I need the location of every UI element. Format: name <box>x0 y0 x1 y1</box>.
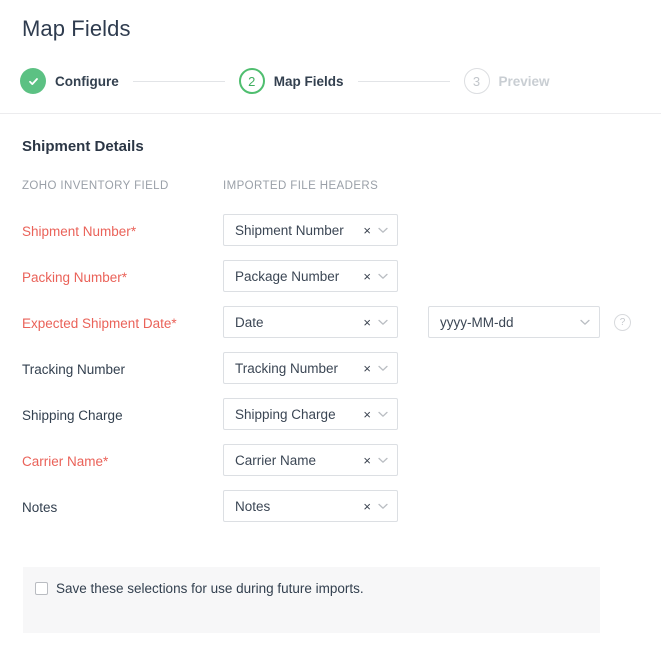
step-1-indicator <box>20 68 46 94</box>
mapping-select-expected-shipment-date[interactable]: Date × <box>223 306 398 338</box>
field-label-shipping-charge: Shipping Charge <box>22 408 123 423</box>
date-format-value: yyyy-MM-dd <box>429 315 575 330</box>
clear-icon[interactable]: × <box>359 454 373 467</box>
stepper-connector-1 <box>133 81 225 82</box>
step-2-label: Map Fields <box>274 74 344 89</box>
header-divider <box>0 113 661 114</box>
clear-icon[interactable]: × <box>359 270 373 283</box>
save-selections-label: Save these selections for use during fut… <box>56 581 364 596</box>
map-fields-page: Map Fields Configure 2 Map Fields 3 Prev… <box>0 0 661 649</box>
chevron-down-icon[interactable] <box>373 227 397 234</box>
step-preview[interactable]: 3 Preview <box>464 68 550 94</box>
clear-icon[interactable]: × <box>359 224 373 237</box>
mapping-select-value: Shipment Number <box>224 223 359 238</box>
chevron-down-icon[interactable] <box>373 503 397 510</box>
field-label-expected-shipment-date: Expected Shipment Date* <box>22 316 177 331</box>
step-configure[interactable]: Configure <box>20 68 119 94</box>
date-format-select[interactable]: yyyy-MM-dd <box>428 306 600 338</box>
mapping-select-tracking-number[interactable]: Tracking Number × <box>223 352 398 384</box>
mapping-select-value: Notes <box>224 499 359 514</box>
clear-icon[interactable]: × <box>359 408 373 421</box>
chevron-down-icon[interactable] <box>373 365 397 372</box>
step-2-indicator: 2 <box>239 68 265 94</box>
step-3-indicator: 3 <box>464 68 490 94</box>
mapping-select-packing-number[interactable]: Package Number × <box>223 260 398 292</box>
import-stepper: Configure 2 Map Fields 3 Preview <box>20 68 550 94</box>
help-icon[interactable]: ? <box>614 314 631 331</box>
stepper-connector-2 <box>358 81 450 82</box>
step-map-fields[interactable]: 2 Map Fields <box>239 68 344 94</box>
chevron-down-icon[interactable] <box>373 273 397 280</box>
clear-icon[interactable]: × <box>359 316 373 329</box>
mapping-select-value: Shipping Charge <box>224 407 359 422</box>
required-asterisk: * <box>171 316 176 331</box>
required-asterisk: * <box>131 224 136 239</box>
mapping-select-value: Date <box>224 315 359 330</box>
column-header-imported-header: IMPORTED FILE HEADERS <box>223 180 378 192</box>
step-1-label: Configure <box>55 74 119 89</box>
chevron-down-icon[interactable] <box>373 319 397 326</box>
mapping-select-value: Package Number <box>224 269 359 284</box>
table-row: Notes Notes × <box>0 498 661 544</box>
mapping-select-shipment-number[interactable]: Shipment Number × <box>223 214 398 246</box>
required-asterisk: * <box>103 454 108 469</box>
mapping-select-value: Carrier Name <box>224 453 359 468</box>
field-label-packing-number: Packing Number* <box>22 270 127 285</box>
column-header-zoho-field: ZOHO INVENTORY FIELD <box>22 180 169 192</box>
field-label-carrier-name: Carrier Name* <box>22 454 108 469</box>
clear-icon[interactable]: × <box>359 500 373 513</box>
chevron-down-icon[interactable] <box>575 319 599 326</box>
chevron-down-icon[interactable] <box>373 457 397 464</box>
section-title: Shipment Details <box>22 138 144 155</box>
mapping-select-shipping-charge[interactable]: Shipping Charge × <box>223 398 398 430</box>
mapping-select-notes[interactable]: Notes × <box>223 490 398 522</box>
field-label-shipment-number: Shipment Number* <box>22 224 136 239</box>
chevron-down-icon[interactable] <box>373 411 397 418</box>
required-asterisk: * <box>122 270 127 285</box>
save-selections-panel: Save these selections for use during fut… <box>23 567 600 633</box>
page-title: Map Fields <box>22 16 131 42</box>
mapping-select-carrier-name[interactable]: Carrier Name × <box>223 444 398 476</box>
field-label-notes: Notes <box>22 500 57 515</box>
field-mapping-rows: Shipment Number* Shipment Number × Packi… <box>0 222 661 544</box>
step-3-label: Preview <box>499 74 550 89</box>
check-icon <box>27 75 40 88</box>
mapping-select-value: Tracking Number <box>224 361 359 376</box>
field-label-tracking-number: Tracking Number <box>22 362 125 377</box>
save-selections-row[interactable]: Save these selections for use during fut… <box>35 581 364 596</box>
clear-icon[interactable]: × <box>359 362 373 375</box>
save-selections-checkbox[interactable] <box>35 582 48 595</box>
